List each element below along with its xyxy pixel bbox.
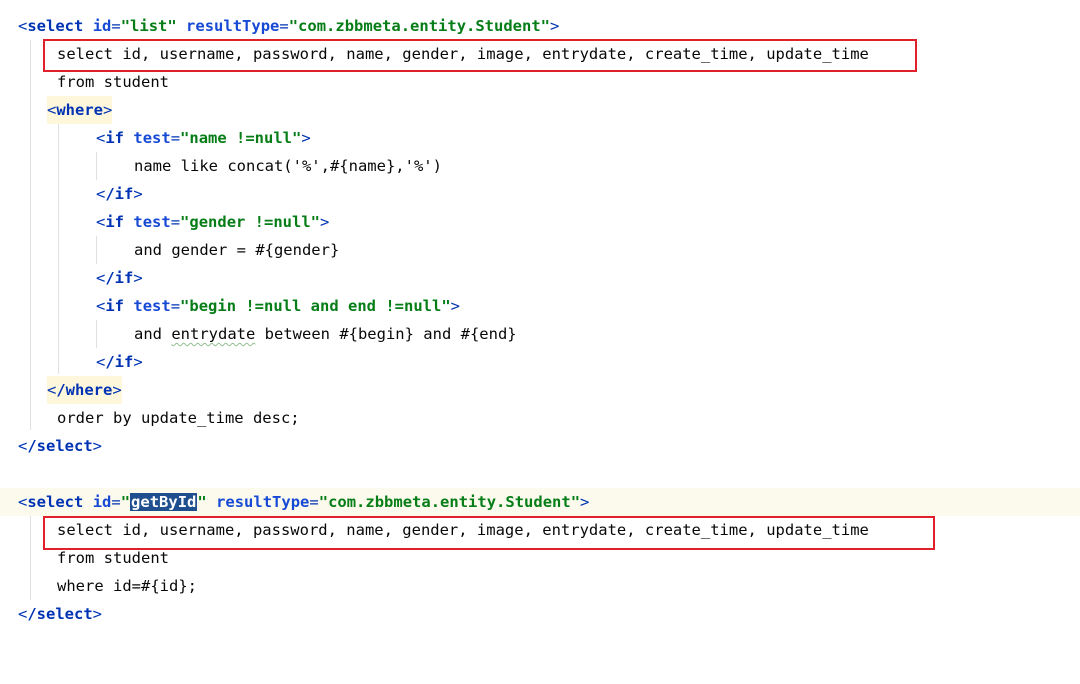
sql-from: from student bbox=[57, 73, 169, 91]
select-open-tag: <select id="list" resultType="com.zbbmet… bbox=[18, 17, 560, 35]
if-open-tag: <if test="begin !=null and end !=null"> bbox=[96, 297, 460, 315]
highlight-box bbox=[43, 39, 917, 72]
code-editor[interactable]: <select id="list" resultType="com.zbbmet… bbox=[0, 0, 1080, 650]
if-open-tag: <if test="name !=null"> bbox=[96, 129, 311, 147]
if-body: and gender = #{gender} bbox=[134, 241, 340, 259]
selected-text[interactable]: getById bbox=[130, 493, 198, 511]
code-line[interactable]: and entrydate between #{begin} and #{end… bbox=[0, 320, 1080, 348]
code-line[interactable]: <where> bbox=[0, 96, 1080, 124]
code-line[interactable]: <if test="name !=null"> bbox=[0, 124, 1080, 152]
if-open-tag: <if test="gender !=null"> bbox=[96, 213, 330, 231]
highlight-box bbox=[43, 516, 935, 550]
if-body: and entrydate between #{begin} and #{end… bbox=[134, 325, 517, 343]
where-open-tag: <where> bbox=[47, 96, 113, 124]
code-line[interactable]: <select id="list" resultType="com.zbbmet… bbox=[0, 12, 1080, 40]
where-close-tag: </where> bbox=[47, 376, 122, 404]
code-line[interactable]: order by update_time desc; bbox=[0, 404, 1080, 432]
if-close-tag: </if> bbox=[96, 269, 143, 287]
code-line[interactable]: </where> bbox=[0, 376, 1080, 404]
code-line[interactable]: where id=#{id}; bbox=[0, 572, 1080, 600]
select-open-tag: <select id="getById" resultType="com.zbb… bbox=[18, 493, 590, 511]
code-line[interactable]: name like concat('%',#{name},'%') bbox=[0, 152, 1080, 180]
code-line[interactable]: </if> bbox=[0, 348, 1080, 376]
code-line[interactable]: from student bbox=[0, 68, 1080, 96]
select-close-tag: </select> bbox=[18, 437, 103, 455]
code-line[interactable]: <if test="gender !=null"> bbox=[0, 208, 1080, 236]
code-line[interactable]: and gender = #{gender} bbox=[0, 236, 1080, 264]
code-line[interactable]: <if test="begin !=null and end !=null"> bbox=[0, 292, 1080, 320]
code-line-current[interactable]: <select id="getById" resultType="com.zbb… bbox=[0, 488, 1080, 516]
sql-where: where id=#{id}; bbox=[57, 577, 197, 595]
if-body: name like concat('%',#{name},'%') bbox=[134, 157, 442, 175]
select-close-tag: </select> bbox=[18, 605, 103, 623]
code-line[interactable]: </select> bbox=[0, 432, 1080, 460]
sql-order-by: order by update_time desc; bbox=[57, 409, 300, 427]
if-close-tag: </if> bbox=[96, 353, 143, 371]
code-line[interactable]: </if> bbox=[0, 180, 1080, 208]
code-line[interactable]: </if> bbox=[0, 264, 1080, 292]
if-close-tag: </if> bbox=[96, 185, 143, 203]
code-line[interactable]: </select> bbox=[0, 600, 1080, 628]
